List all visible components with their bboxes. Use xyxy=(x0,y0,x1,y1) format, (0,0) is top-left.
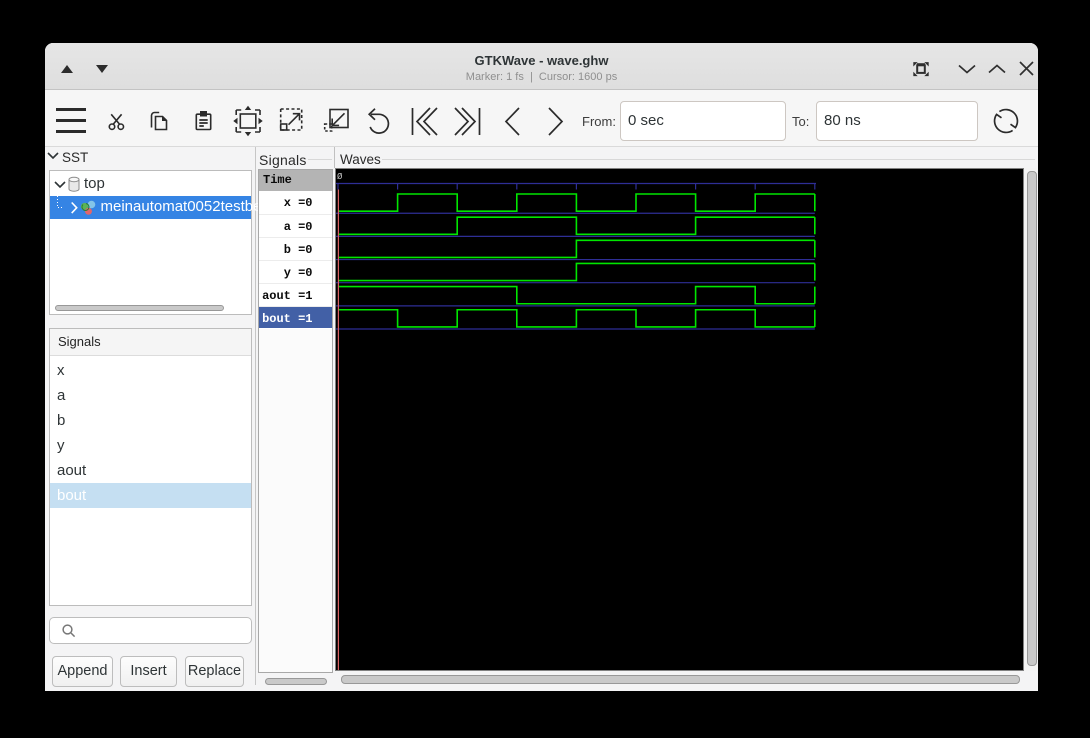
svg-text:Ø: Ø xyxy=(337,172,343,182)
